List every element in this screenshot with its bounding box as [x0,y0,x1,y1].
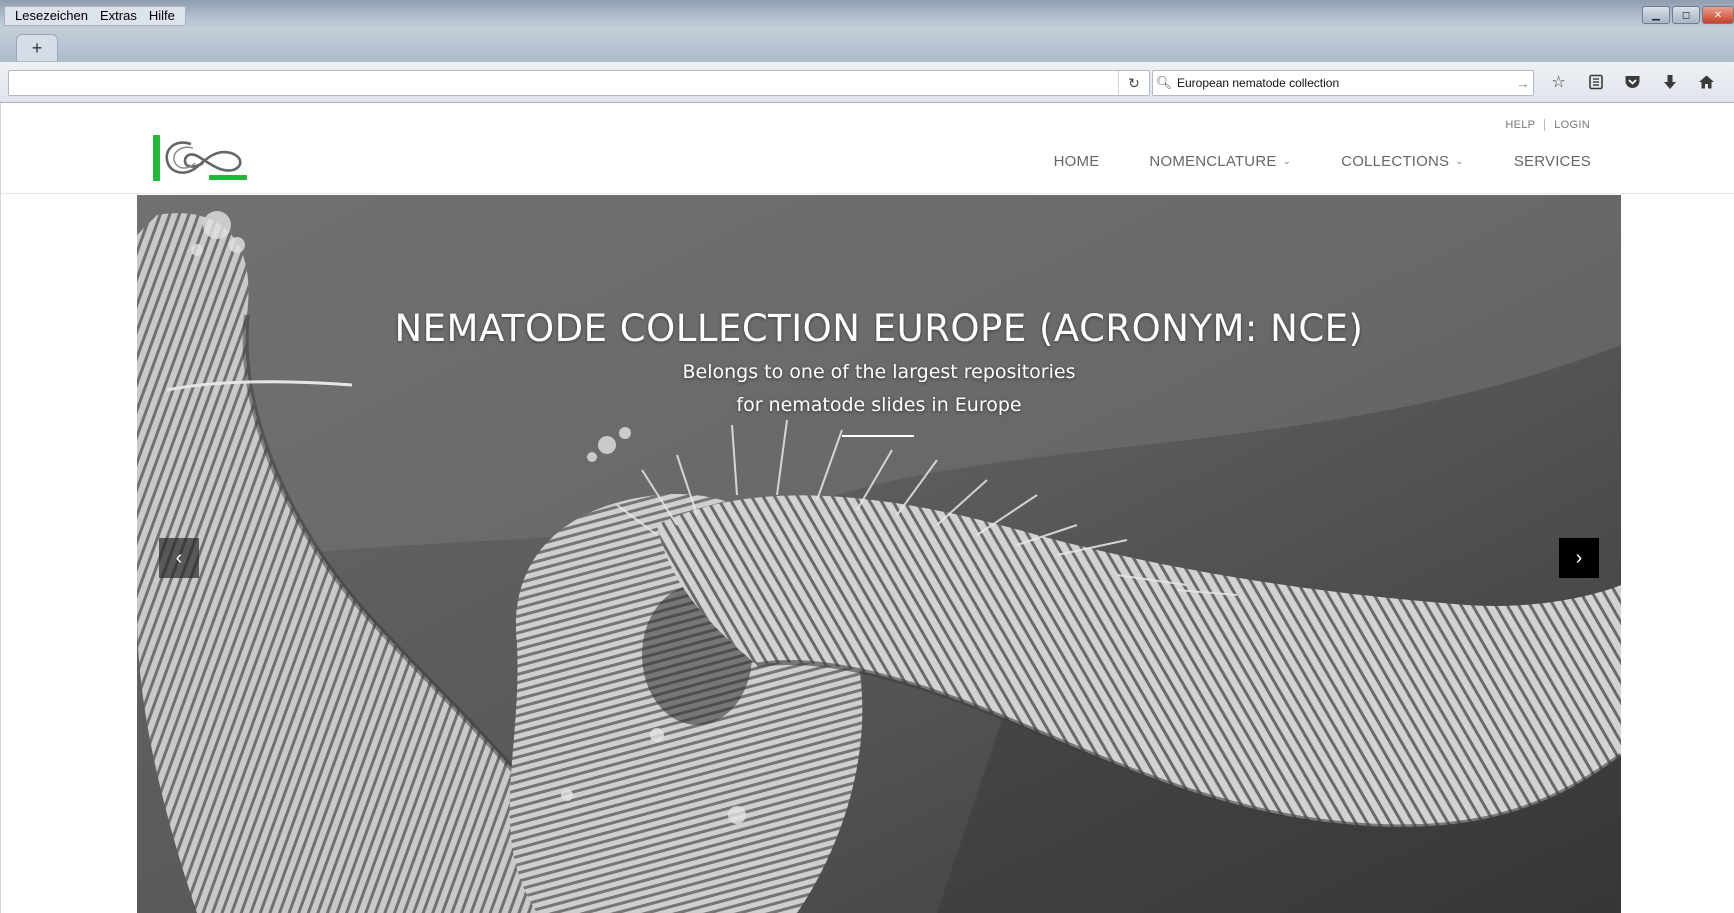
download-icon[interactable] [1655,70,1684,94]
nav-home[interactable]: HOME [1054,153,1100,170]
home-icon[interactable] [1692,70,1721,94]
nav-collections-label: COLLECTIONS [1341,153,1450,170]
url-bar[interactable]: ↻ [8,70,1150,96]
search-input[interactable] [1175,73,1513,93]
maximize-button[interactable]: ◻ [1672,6,1700,24]
navigation-toolbar: ↻ 🔍︎ → ☆ [0,62,1734,103]
star-icon[interactable]: ☆ [1544,70,1573,94]
carousel-next-button[interactable]: › [1559,538,1599,578]
hero-carousel: NEMATODE COLLECTION EUROPE (ACRONYM: NCE… [137,195,1621,913]
carousel-prev-button[interactable]: ‹ [159,538,199,578]
login-link[interactable]: LOGIN [1554,119,1590,131]
hero-divider [842,435,914,437]
divider [1544,119,1546,131]
nav-services-label: SERVICES [1513,153,1591,170]
tab-strip: + [0,30,1734,62]
menu-bar: Lesezeichen Extras Hilfe [4,6,186,26]
hero-image [137,195,1621,913]
reading-list-icon[interactable] [1581,70,1610,94]
hero-subtitle-line1: Belongs to one of the largest repositori… [682,361,1076,383]
chevron-left-icon: ‹ [175,546,183,569]
new-tab-button[interactable]: + [16,34,58,61]
chevron-right-icon: › [1575,546,1583,569]
hero-title: NEMATODE COLLECTION EUROPE (ACRONYM: NCE… [394,307,1364,350]
nav-nomenclature-label: NOMENCLATURE [1149,153,1277,170]
top-links: HELP LOGIN [1505,119,1590,131]
minimize-button[interactable]: ▁ [1642,6,1670,24]
window-controls: ▁ ◻ ✕ [1642,6,1734,24]
search-icon: 🔍︎ [1155,75,1173,90]
menu-lesezeichen[interactable]: Lesezeichen [9,7,94,25]
nav-home-label: HOME [1053,153,1100,170]
pocket-icon[interactable] [1618,70,1647,94]
site-logo[interactable] [151,133,251,185]
help-link[interactable]: HELP [1505,119,1535,131]
close-button[interactable]: ✕ [1702,6,1734,24]
nav-collections[interactable]: COLLECTIONS ⌄ [1341,153,1464,170]
hero-subtitle-line2: for nematode slides in Europe [736,394,1022,416]
reload-icon[interactable]: ↻ [1118,71,1149,95]
nav-services[interactable]: SERVICES [1514,153,1591,170]
menu-extras[interactable]: Extras [94,7,143,25]
menu-hilfe[interactable]: Hilfe [143,7,181,25]
search-box[interactable]: 🔍︎ → [1152,70,1534,96]
arrow-right-icon[interactable]: → [1513,76,1533,91]
site-header: HELP LOGIN HOME NOMENCLATURE ⌄ COLLECTIO… [1,103,1734,194]
window-titlebar: Lesezeichen Extras Hilfe ▁ ◻ ✕ [0,0,1734,30]
chevron-down-icon: ⌄ [1282,156,1292,167]
toolbar-icons: ☆ [1544,70,1721,94]
main-navigation: HOME NOMENCLATURE ⌄ COLLECTIONS ⌄ SERVIC… [1054,153,1591,170]
chevron-down-icon: ⌄ [1455,156,1464,167]
web-page: HELP LOGIN HOME NOMENCLATURE ⌄ COLLECTIO… [0,103,1734,913]
nav-nomenclature[interactable]: NOMENCLATURE ⌄ [1149,153,1291,170]
